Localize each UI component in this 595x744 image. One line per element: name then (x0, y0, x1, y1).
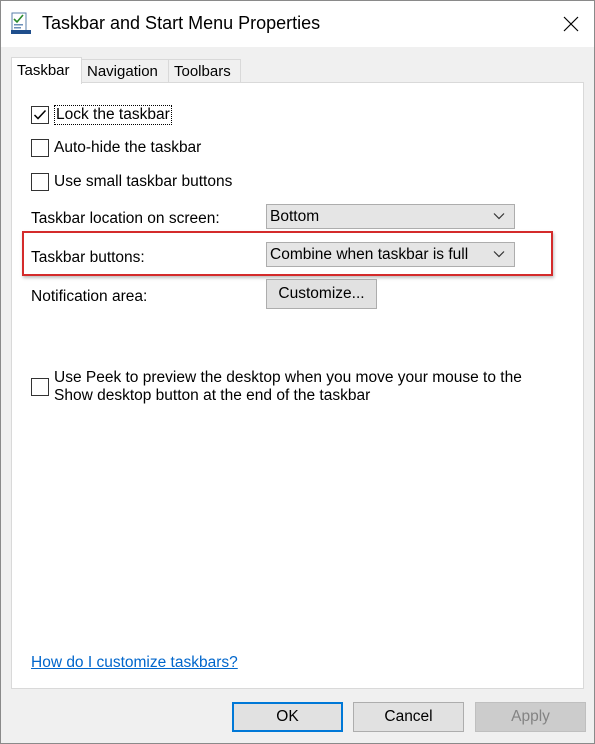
lock-taskbar-label: Lock the taskbar (54, 105, 172, 125)
properties-window: Taskbar and Start Menu Properties Taskba… (0, 0, 595, 744)
chevron-down-icon (493, 213, 505, 220)
tab-navigation[interactable]: Navigation (81, 59, 169, 82)
lock-taskbar-checkbox[interactable] (31, 106, 49, 124)
autohide-label: Auto-hide the taskbar (54, 139, 202, 156)
location-dropdown[interactable]: Bottom (266, 204, 515, 229)
window-title: Taskbar and Start Menu Properties (42, 13, 321, 33)
checkmark-icon (33, 109, 47, 120)
taskbar-buttons-value: Combine when taskbar is full (270, 245, 469, 263)
close-icon (563, 16, 579, 32)
peek-option[interactable]: Use Peek to preview the desktop when you… (31, 369, 522, 405)
help-link[interactable]: How do I customize taskbars? (31, 654, 238, 672)
customize-button-label: Customize... (278, 285, 365, 302)
peek-label: Use Peek to preview the desktop when you… (54, 369, 522, 404)
chevron-down-icon (493, 251, 505, 258)
small-buttons-option[interactable]: Use small taskbar buttons (31, 173, 232, 191)
taskbar-buttons-label: Taskbar buttons: (31, 249, 145, 266)
autohide-option[interactable]: Auto-hide the taskbar (31, 139, 201, 157)
peek-checkbox[interactable] (31, 378, 49, 396)
lock-taskbar-option[interactable]: Lock the taskbar (31, 105, 172, 125)
apply-button[interactable]: Apply (475, 702, 586, 732)
customize-button[interactable]: Customize... (266, 279, 377, 309)
small-buttons-label: Use small taskbar buttons (54, 173, 233, 190)
autohide-checkbox[interactable] (31, 139, 49, 157)
location-label: Taskbar location on screen: (31, 210, 220, 227)
ok-button[interactable]: OK (232, 702, 343, 732)
small-buttons-checkbox[interactable] (31, 173, 49, 191)
taskbar-buttons-dropdown[interactable]: Combine when taskbar is full (266, 242, 515, 267)
location-value: Bottom (270, 207, 320, 225)
notification-area-label: Notification area: (31, 288, 148, 305)
tab-taskbar[interactable]: Taskbar (11, 57, 82, 84)
tab-toolbars[interactable]: Toolbars (168, 59, 241, 82)
taskbar-properties-icon (11, 12, 31, 34)
cancel-button[interactable]: Cancel (353, 702, 464, 732)
title-bar[interactable]: Taskbar and Start Menu Properties (1, 1, 594, 47)
close-button[interactable] (548, 1, 594, 47)
